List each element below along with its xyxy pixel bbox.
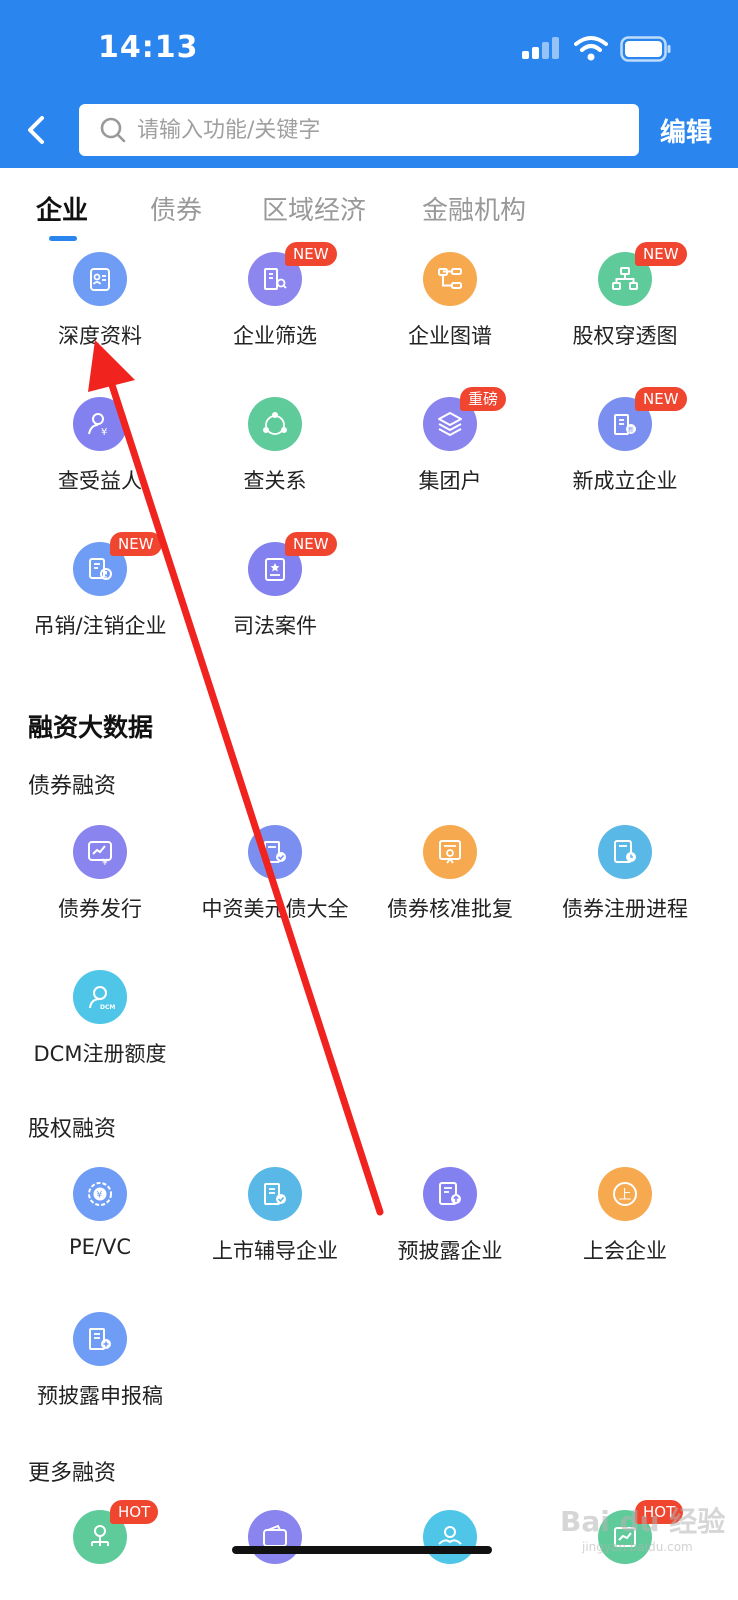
grid-item-label: 预披露企业 bbox=[397, 1239, 503, 1263]
grid-item-profile-card[interactable]: 深度资料 bbox=[10, 252, 190, 372]
grid-item-label: 企业图谱 bbox=[408, 324, 492, 348]
status-badge: NEW bbox=[635, 242, 687, 266]
grid-item-graph-tree[interactable]: 企业图谱 bbox=[360, 252, 540, 372]
doc-upload-icon bbox=[423, 1167, 477, 1221]
grid-item-person-yen[interactable]: ¥ 查受益人 bbox=[10, 397, 190, 517]
person-yen-icon: ¥ bbox=[73, 397, 127, 451]
grid-item-label: PE/VC bbox=[68, 1235, 132, 1259]
circle-shang-icon: 上 bbox=[598, 1167, 652, 1221]
profile-card-icon bbox=[73, 252, 127, 306]
tab-regional-economy[interactable]: 区域经济 bbox=[262, 190, 366, 227]
status-badge: 重磅 bbox=[460, 387, 507, 411]
grid-item-legal-case[interactable]: NEW 司法案件 bbox=[185, 532, 365, 662]
approval-doc-icon bbox=[423, 825, 477, 879]
grid-item-label: 债券发行 bbox=[58, 897, 142, 921]
grid-item-org-chart[interactable]: NEW 股权穿透图 bbox=[535, 242, 715, 372]
status-badge: NEW bbox=[110, 532, 162, 556]
coin-yen-icon: ¥ bbox=[73, 1167, 127, 1221]
grid-item-layers[interactable]: 重磅集团户 bbox=[360, 387, 540, 517]
equity-financing-title: 股权融资 bbox=[28, 1117, 117, 1142]
status-badge: HOT bbox=[110, 1500, 159, 1524]
trend-yen-icon: ¥ bbox=[73, 825, 127, 879]
grid-item-label: 司法案件 bbox=[233, 614, 317, 638]
grid-item-coin-yen[interactable]: ¥ PE/VC bbox=[10, 1167, 190, 1287]
watermark: Bai du 经验 bbox=[560, 1505, 726, 1538]
svg-text:上: 上 bbox=[619, 1188, 632, 1203]
search-box[interactable] bbox=[79, 104, 639, 156]
tab-bonds[interactable]: 债券 bbox=[150, 190, 202, 227]
building-plus-icon bbox=[73, 1312, 127, 1366]
home-indicator bbox=[232, 1546, 492, 1554]
more-financing-title: 更多融资 bbox=[28, 1461, 117, 1486]
grid-item-label: 吊销/注销企业 bbox=[33, 614, 167, 638]
svg-text:¥: ¥ bbox=[102, 858, 108, 867]
grid-item-building-search[interactable]: NEW 企业筛选 bbox=[185, 242, 365, 372]
wallet-icon bbox=[248, 1510, 302, 1564]
grid-item-approval-doc[interactable]: 债券核准批复 bbox=[360, 825, 540, 945]
grid-item-money-tree[interactable]: HOT bbox=[10, 1500, 190, 1600]
search-icon bbox=[100, 117, 126, 143]
grid-item-dcm-user[interactable]: DCM DCM注册额度 bbox=[10, 970, 190, 1090]
svg-text:¥: ¥ bbox=[101, 427, 107, 438]
grid-item-label: 债券核准批复 bbox=[387, 897, 513, 921]
bond-financing-title: 债券融资 bbox=[28, 774, 117, 799]
grid-item-label: 股权穿透图 bbox=[572, 324, 678, 348]
grid-item-label: 预披露申报稿 bbox=[37, 1384, 163, 1408]
grid-item-circle-shang[interactable]: 上上会企业 bbox=[535, 1167, 715, 1287]
active-tab-indicator bbox=[49, 236, 77, 241]
grid-item-label: 深度资料 bbox=[58, 324, 142, 348]
category-tabs: 企业 债券 区域经济 金融机构 bbox=[0, 168, 738, 248]
relation-icon bbox=[248, 397, 302, 451]
grid-item-label: 新成立企业 bbox=[572, 469, 678, 493]
svg-text:新: 新 bbox=[628, 426, 634, 434]
grid-item-label: 企业筛选 bbox=[233, 324, 317, 348]
graph-tree-icon bbox=[423, 252, 477, 306]
chevron-left-icon bbox=[28, 116, 44, 144]
tab-enterprise[interactable]: 企业 bbox=[36, 190, 88, 227]
grid-item-relation[interactable]: 查关系 bbox=[185, 397, 365, 517]
edit-button[interactable]: 编辑 bbox=[660, 112, 712, 149]
grid-item-building-plus[interactable]: 预披露申报稿 bbox=[10, 1312, 190, 1432]
grid-item-revoked-doc[interactable]: NEW 吊销/注销企业 bbox=[10, 532, 190, 662]
watermark-url: jingyan.baidu.com bbox=[582, 1540, 693, 1554]
status-badge: NEW bbox=[285, 242, 337, 266]
battery-icon bbox=[620, 36, 671, 62]
tab-financial-institutions[interactable]: 金融机构 bbox=[422, 190, 526, 227]
wifi-icon bbox=[574, 36, 608, 61]
hand-coin-icon bbox=[423, 1510, 477, 1564]
financing-section-title: 融资大数据 bbox=[28, 713, 154, 742]
grid-item-label: 查关系 bbox=[243, 469, 307, 493]
status-badge: NEW bbox=[285, 532, 337, 556]
grid-item-wallet[interactable] bbox=[185, 1510, 365, 1600]
grid-item-trend-yen[interactable]: ¥ 债券发行 bbox=[10, 825, 190, 945]
listing-check-icon bbox=[248, 1167, 302, 1221]
grid-item-hand-coin[interactable] bbox=[360, 1510, 540, 1600]
grid-item-label: 上市辅导企业 bbox=[212, 1239, 338, 1263]
grid-item-label: 集团户 bbox=[418, 469, 482, 493]
dcm-user-icon: DCM bbox=[73, 970, 127, 1024]
svg-text:¥: ¥ bbox=[97, 1191, 103, 1201]
grid-item-label: DCM注册额度 bbox=[33, 1042, 167, 1066]
status-bar: 14:13 bbox=[0, 0, 738, 92]
grid-item-doc-clock[interactable]: 债券注册进程 bbox=[535, 825, 715, 945]
header-bar: 编辑 bbox=[0, 92, 738, 168]
grid-item-doc-upload[interactable]: 预披露企业 bbox=[360, 1167, 540, 1287]
svg-text:DCM: DCM bbox=[100, 1004, 115, 1011]
cellular-signal-icon bbox=[522, 37, 559, 59]
status-time: 14:13 bbox=[98, 30, 199, 65]
bond-check-icon bbox=[248, 825, 302, 879]
doc-clock-icon bbox=[598, 825, 652, 879]
grid-item-label: 中资美元债大全 bbox=[201, 897, 349, 921]
grid-item-label: 查受益人 bbox=[58, 469, 142, 493]
grid-item-label: 债券注册进程 bbox=[562, 897, 688, 921]
back-button[interactable] bbox=[14, 108, 58, 152]
grid-item-listing-check[interactable]: 上市辅导企业 bbox=[185, 1167, 365, 1287]
grid-item-label: 上会企业 bbox=[583, 1239, 667, 1263]
grid-item-new-building[interactable]: 新 NEW 新成立企业 bbox=[535, 387, 715, 517]
status-badge: NEW bbox=[635, 387, 687, 411]
grid-item-bond-check[interactable]: 中资美元债大全 bbox=[185, 825, 365, 945]
search-input[interactable] bbox=[137, 117, 617, 143]
